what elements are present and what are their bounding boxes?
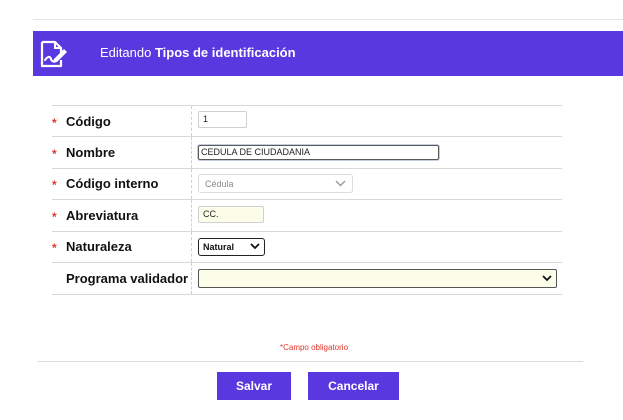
label-text: Abreviatura: [66, 207, 139, 223]
programa-validador-select[interactable]: [198, 268, 557, 288]
save-button[interactable]: Salvar: [217, 372, 291, 400]
chevron-down-icon: [335, 180, 346, 187]
codigo-interno-select[interactable]: Cédula: [198, 174, 353, 194]
selected-value: Natural: [203, 241, 235, 252]
label-text: Programa validador: [66, 270, 189, 286]
cancel-button[interactable]: Cancelar: [308, 372, 399, 400]
field-label: * Nombre: [52, 137, 192, 168]
form-header: Editando Tipos de identificación: [33, 31, 623, 76]
form-row-programa-validador: Programa validador: [52, 262, 562, 295]
bottom-divider: [38, 361, 583, 362]
required-marker: *: [52, 147, 57, 162]
form-row-abreviatura: * Abreviatura CC.: [52, 200, 562, 232]
title-entity: Tipos de identificación: [154, 45, 296, 60]
field-label: * Código interno: [52, 168, 192, 200]
form-row-naturaleza: * Naturaleza Natural: [52, 231, 562, 263]
required-marker: *: [52, 209, 57, 224]
chevron-down-icon: [542, 275, 552, 282]
selected-value: Cédula: [205, 178, 234, 189]
required-marker: *: [52, 115, 57, 130]
top-divider: [33, 19, 623, 20]
required-note-text: Campo obligatorio: [283, 343, 349, 352]
form-row-codigo-interno: * Código interno Cédula: [52, 168, 562, 201]
required-marker: *: [52, 241, 57, 256]
form-row-nombre: * Nombre CEDULA DE CIUDADANIA: [52, 137, 562, 169]
codigo-input[interactable]: 1: [198, 111, 247, 129]
page-title: Editando Tipos de identificación: [100, 45, 296, 60]
edit-document-icon: [40, 40, 67, 68]
label-text: Nombre: [66, 145, 116, 161]
abreviatura-input[interactable]: CC.: [198, 205, 264, 223]
label-text: Código interno: [66, 176, 159, 192]
field-label: Programa validador: [52, 262, 192, 294]
field-label: * Naturaleza: [52, 231, 192, 262]
field-label: * Código: [52, 106, 192, 137]
required-marker: *: [52, 178, 57, 193]
label-text: Naturaleza: [66, 239, 132, 255]
naturaleza-select[interactable]: Natural: [198, 237, 265, 256]
label-text: Código: [66, 113, 111, 129]
form-row-codigo: * Código 1: [52, 106, 562, 138]
edit-form: * Código 1 * Nombre CEDULA DE CIUDADANIA…: [52, 105, 562, 295]
chevron-down-icon: [250, 243, 260, 250]
nombre-input[interactable]: CEDULA DE CIUDADANIA: [198, 145, 439, 161]
field-label: * Abreviatura: [52, 200, 192, 231]
title-prefix: Editando: [100, 45, 152, 60]
required-field-note: *Campo obligatorio: [0, 343, 623, 352]
